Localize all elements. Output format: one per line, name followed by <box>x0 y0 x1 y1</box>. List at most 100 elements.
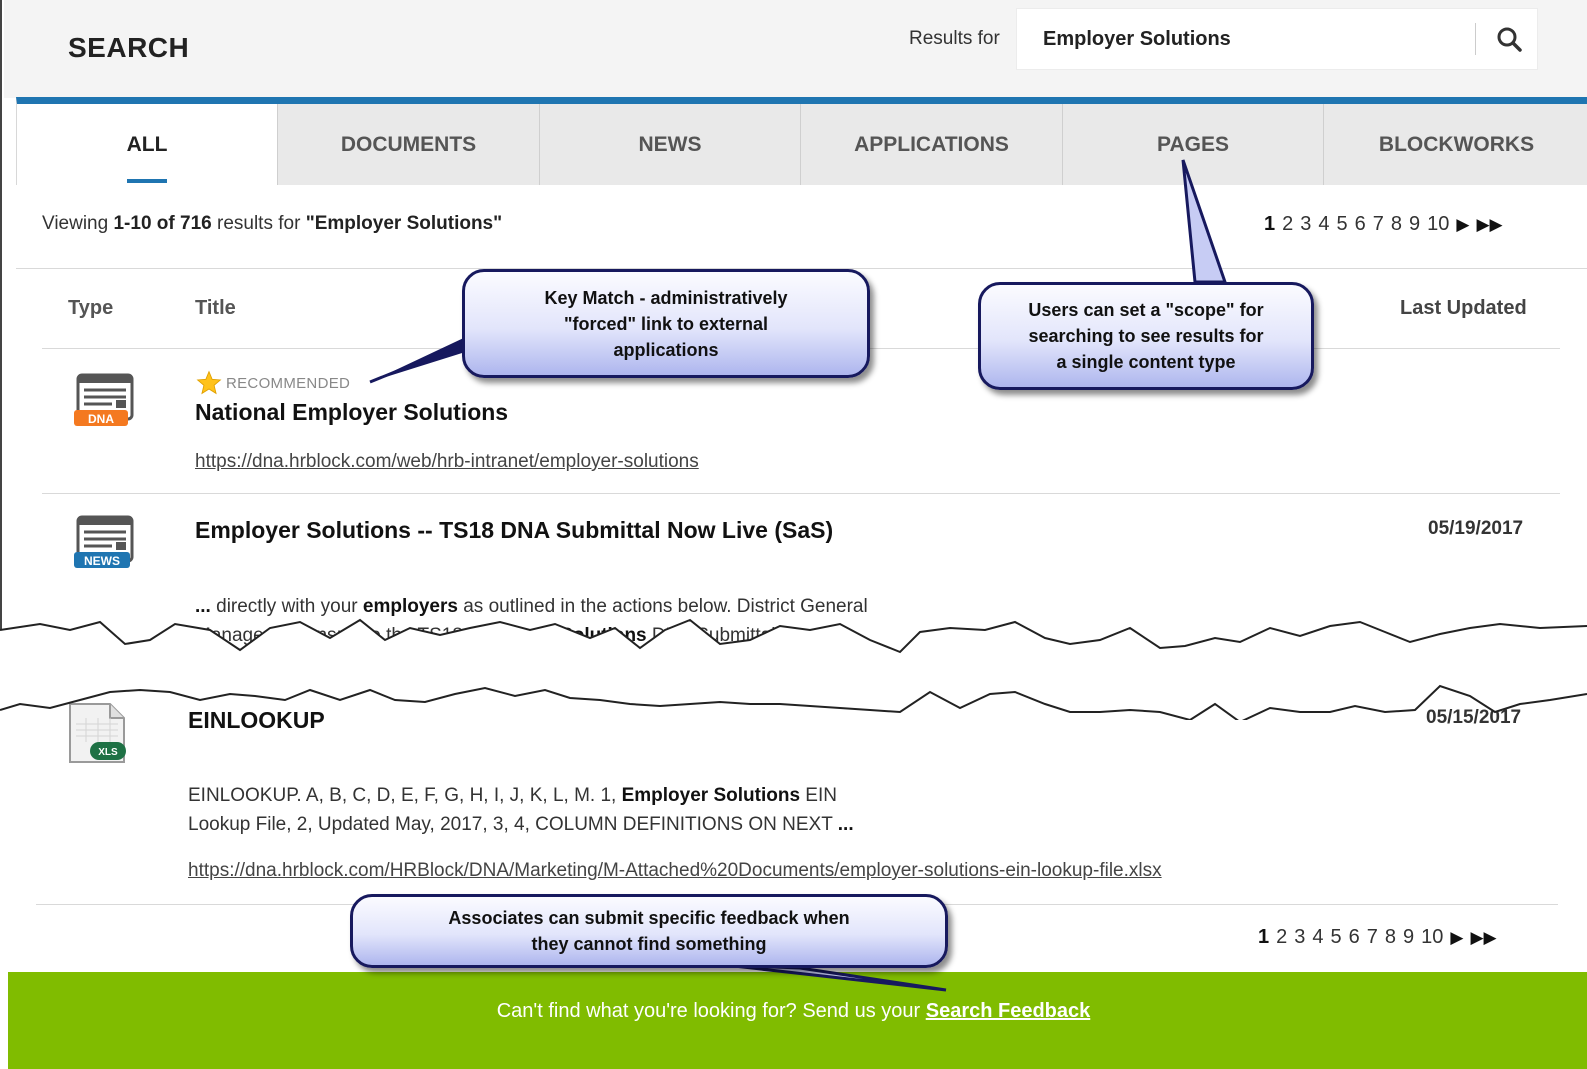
icon-badge-label: NEWS <box>84 554 120 568</box>
next-arrow-icon[interactable]: ▶ <box>1456 215 1469 235</box>
search-divider <box>1475 23 1476 55</box>
search-header: SEARCH Results for <box>4 0 1587 98</box>
scope-callout: Users can set a "scope" for searching to… <box>978 282 1314 390</box>
column-header-last-updated: Last Updated <box>1400 297 1527 319</box>
page-link[interactable]: 3 <box>1294 926 1305 949</box>
star-icon <box>196 370 222 395</box>
result-snippet: EINLOOKUP. A, B, C, D, E, F, G, H, I, J,… <box>188 781 854 839</box>
tab-label: NEWS <box>638 132 702 156</box>
search-box <box>1016 8 1538 70</box>
results-for-label: Results for <box>909 28 1000 49</box>
page-link[interactable]: 7 <box>1367 926 1378 949</box>
snippet-line: Manager Actions: Use the TS18 Employer S… <box>195 621 868 650</box>
search-input[interactable] <box>1017 9 1472 69</box>
pagination-bottom: 1 2 3 4 5 6 7 8 9 10 ▶ ▶▶ <box>1258 926 1497 949</box>
results-summary: Viewing 1-10 of 716 results for "Employe… <box>42 213 502 235</box>
page-link[interactable]: 5 <box>1331 926 1342 949</box>
result-date: 05/19/2017 <box>1428 518 1524 539</box>
result-title[interactable]: National Employer Solutions <box>195 399 508 426</box>
page-link[interactable]: 8 <box>1385 926 1396 949</box>
column-header-type: Type <box>68 297 114 319</box>
icon-badge-label: XLS <box>98 747 118 758</box>
tab-pages[interactable]: PAGES <box>1062 104 1323 185</box>
last-page-icon[interactable]: ▶▶ <box>1470 928 1496 948</box>
callout-line: Key Match - administratively <box>544 287 788 308</box>
callout-line: "forced" link to external <box>563 313 769 334</box>
column-header-title: Title <box>195 297 236 319</box>
snippet-highlight: Employer Solutions <box>621 785 801 806</box>
tab-label: BLOCKWORKS <box>1378 132 1535 156</box>
result-link[interactable]: https://dna.hrblock.com/HRBlock/DNA/Mark… <box>188 860 1162 882</box>
page-link[interactable]: 10 <box>1427 213 1449 236</box>
snippet-text: directly with your <box>216 596 363 617</box>
page-link[interactable]: 8 <box>1391 213 1402 236</box>
callout-line: they cannot find something <box>531 934 767 954</box>
callout-line: applications <box>613 339 719 360</box>
snippet-text: Manager Actions: Use the TS18 <box>195 625 469 646</box>
page-link[interactable]: 10 <box>1421 926 1443 949</box>
snippet-line: ... directly with your employers as outl… <box>195 592 868 621</box>
summary-of: of <box>151 213 181 234</box>
page-link[interactable]: 4 <box>1312 926 1323 949</box>
tab-applications[interactable]: APPLICATIONS <box>800 104 1062 185</box>
callout-line: Associates can submit specific feedback … <box>448 908 850 928</box>
page-link[interactable]: 5 <box>1337 213 1348 236</box>
snippet-ellipsis: ... <box>195 596 217 617</box>
snippet-highlight: Employer Solutions <box>468 625 647 646</box>
result-link[interactable]: https://dna.hrblock.com/web/hrb-intranet… <box>195 451 699 473</box>
page-link[interactable]: 9 <box>1403 926 1414 949</box>
snippet-highlight: employers <box>362 596 458 617</box>
summary-mid: results for <box>211 213 306 234</box>
page-link[interactable]: 2 <box>1282 213 1293 236</box>
search-button[interactable] <box>1487 19 1531 59</box>
callout-line: searching to see results for <box>1028 326 1264 346</box>
tab-news[interactable]: NEWS <box>539 104 800 185</box>
tab-label: DOCUMENTS <box>340 132 477 156</box>
feedback-prompt: Can't find what you're looking for? Send… <box>496 1000 926 1022</box>
summary-total: 716 <box>180 213 212 234</box>
page-link[interactable]: 1 <box>1258 926 1269 949</box>
snippet-ellipsis: ... <box>837 814 854 835</box>
key-match-callout: Key Match - administratively "forced" li… <box>462 269 870 378</box>
result-snippet: ... directly with your employers as outl… <box>195 592 868 650</box>
page-link[interactable]: 7 <box>1373 213 1384 236</box>
page-link[interactable]: 6 <box>1355 213 1366 236</box>
last-page-icon[interactable]: ▶▶ <box>1476 215 1502 235</box>
recommended-badge: RECOMMENDED <box>196 370 350 396</box>
page-link[interactable]: 6 <box>1349 926 1360 949</box>
callout-text: Users can set a "scope" for searching to… <box>1028 297 1263 375</box>
feedback-text: Can't find what you're looking for? Send… <box>0 1000 1587 1023</box>
result-title[interactable]: Employer Solutions -- TS18 DNA Submittal… <box>195 517 833 544</box>
recommended-label: RECOMMENDED <box>226 374 351 392</box>
page-title: SEARCH <box>68 32 190 63</box>
search-page-frame: XLS EINLOOKUP 05/15/2017 EINLOOKUP. A, B… <box>0 650 1587 1069</box>
xls-file-icon: XLS <box>69 703 126 763</box>
result-date: 05/15/2017 <box>1426 707 1522 728</box>
dna-doc-icon: DNA <box>74 373 134 426</box>
callout-text: Key Match - administratively "forced" li… <box>544 285 787 363</box>
tab-label: ALL <box>126 132 168 156</box>
page-link[interactable]: 2 <box>1276 926 1287 949</box>
summary-query: "Employer Solutions" <box>305 213 503 234</box>
page-link[interactable]: 4 <box>1318 213 1329 236</box>
snippet-line: Lookup File, 2, Updated May, 2017, 3, 4,… <box>188 810 854 839</box>
search-feedback-link[interactable]: Search Feedback <box>926 1000 1091 1022</box>
screenshot-bottom-section: XLS EINLOOKUP 05/15/2017 EINLOOKUP. A, B… <box>0 650 1587 1069</box>
icon-badge-label: DNA <box>88 412 114 426</box>
tab-documents[interactable]: DOCUMENTS <box>277 104 539 185</box>
next-arrow-icon[interactable]: ▶ <box>1450 928 1463 948</box>
page-link[interactable]: 9 <box>1409 213 1420 236</box>
tab-label: PAGES <box>1157 132 1229 156</box>
tab-blockworks[interactable]: BLOCKWORKS <box>1323 104 1587 185</box>
result-title[interactable]: EINLOOKUP <box>188 707 325 734</box>
page-link[interactable]: 3 <box>1300 213 1311 236</box>
search-icon <box>1497 27 1522 52</box>
feedback-callout: Associates can submit specific feedback … <box>350 894 948 968</box>
callout-line: a single content type <box>1056 352 1236 372</box>
summary-prefix: Viewing <box>42 213 114 234</box>
callout-line: Users can set a "scope" for <box>1028 300 1264 320</box>
callout-text: Associates can submit specific feedback … <box>448 905 849 957</box>
page-link[interactable]: 1 <box>1264 213 1275 236</box>
tab-all[interactable]: ALL <box>17 104 277 185</box>
divider <box>42 493 1560 494</box>
